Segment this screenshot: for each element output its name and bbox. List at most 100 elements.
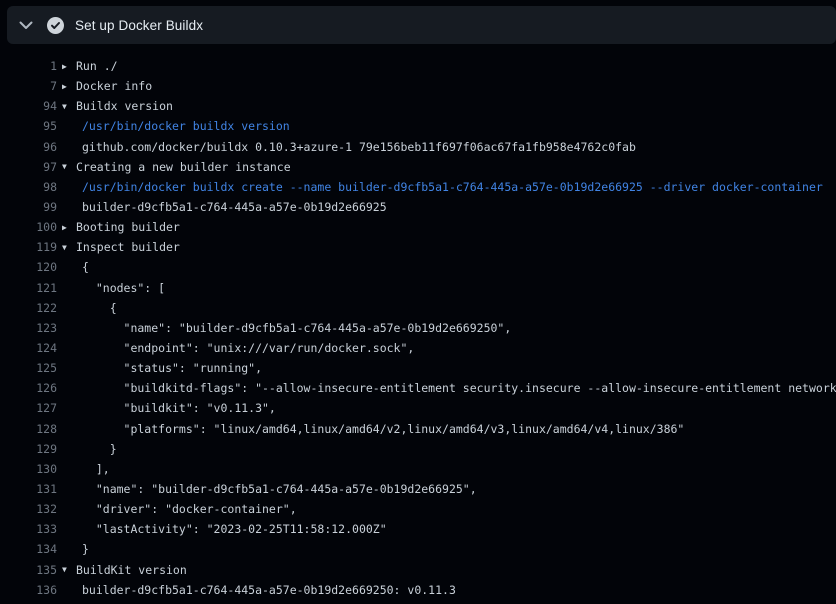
group-title[interactable]: Buildx version (76, 99, 173, 113)
line-number[interactable]: 131 (0, 482, 57, 496)
group-row[interactable]: ▶Run ./ (62, 59, 118, 73)
output-text: github.com/docker/buildx 0.10.3+azure-1 … (82, 140, 636, 154)
log-line: 129 } (0, 439, 836, 459)
log-line: 95/usr/bin/docker buildx version (0, 116, 836, 136)
group-row[interactable]: ▼Inspect builder (62, 240, 180, 254)
line-number[interactable]: 125 (0, 361, 57, 375)
line-number[interactable]: 7 (0, 79, 57, 93)
output-text: builder-d9cfb5a1-c764-445a-a57e-0b19d2e6… (82, 200, 387, 214)
output-text: "buildkitd-flags": "--allow-insecure-ent… (82, 381, 836, 395)
log-line: 97 ▼Creating a new builder instance (0, 157, 836, 177)
line-number[interactable]: 121 (0, 281, 57, 295)
line-number[interactable]: 123 (0, 321, 57, 335)
output-text: "endpoint": "unix:///var/run/docker.sock… (82, 341, 414, 355)
line-number[interactable]: 120 (0, 260, 57, 274)
log-lines: 1▶Run ./7▶Docker info94▼Buildx version95… (0, 56, 836, 600)
output-text: "nodes": [ (82, 281, 165, 295)
group-title[interactable]: Run ./ (76, 59, 118, 73)
step-title: Set up Docker Buildx (75, 18, 203, 33)
command-text: /usr/bin/docker buildx version (82, 119, 290, 133)
log-line: 125 "status": "running", (0, 358, 836, 378)
group-title[interactable]: Docker info (76, 79, 152, 93)
group-title[interactable]: Booting builder (76, 220, 180, 234)
log-line: 127 "buildkit": "v0.11.3", (0, 398, 836, 418)
log-line: 98/usr/bin/docker buildx create --name b… (0, 177, 836, 197)
group-collapse-icon[interactable]: ▼ (62, 102, 76, 111)
output-text: } (82, 442, 117, 456)
log-line: 7 ▶Docker info (0, 76, 836, 96)
log-line: 122 { (0, 298, 836, 318)
group-expand-icon[interactable]: ▶ (62, 82, 76, 91)
line-number[interactable]: 127 (0, 401, 57, 415)
output-text: } (82, 542, 89, 556)
group-row[interactable]: ▼Buildx version (62, 99, 173, 113)
line-number[interactable]: 1 (0, 59, 57, 73)
log-line: 1 ▶Run ./ (0, 56, 836, 76)
chevron-down-icon[interactable] (19, 21, 33, 30)
line-number[interactable]: 100 (0, 220, 57, 234)
output-text: "platforms": "linux/amd64,linux/amd64/v2… (82, 422, 684, 436)
group-row[interactable]: ▼Creating a new builder instance (62, 160, 291, 174)
group-title[interactable]: BuildKit version (76, 563, 187, 577)
line-number[interactable]: 134 (0, 542, 57, 556)
log-line: 96 github.com/docker/buildx 0.10.3+azure-… (0, 137, 836, 157)
line-number[interactable]: 126 (0, 381, 57, 395)
log-line: 99 builder-d9cfb5a1-c764-445a-a57e-0b19d2… (0, 197, 836, 217)
log-line: 134} (0, 539, 836, 559)
line-number[interactable]: 122 (0, 301, 57, 315)
log-line: 120 { (0, 257, 836, 277)
log-line: 128 "platforms": "linux/amd64,linux/amd6… (0, 419, 836, 439)
line-number[interactable]: 128 (0, 422, 57, 436)
line-number[interactable]: 135 (0, 563, 57, 577)
log-line: 136 builder-d9cfb5a1-c764-445a-a57e-0b19d… (0, 580, 836, 600)
log-line: 94 ▼Buildx version (0, 96, 836, 116)
output-text: { (82, 260, 89, 274)
line-number[interactable]: 129 (0, 442, 57, 456)
output-text: "buildkit": "v0.11.3", (82, 401, 276, 415)
group-row[interactable]: ▼BuildKit version (62, 563, 187, 577)
log-line: 132 "driver": "docker-container", (0, 499, 836, 519)
output-text: { (82, 301, 117, 315)
line-number[interactable]: 99 (0, 200, 57, 214)
line-number[interactable]: 94 (0, 99, 57, 113)
output-text: "name": "builder-d9cfb5a1-c764-445a-a57e… (82, 482, 477, 496)
log-line: 131 "name": "builder-d9cfb5a1-c764-445a-… (0, 479, 836, 499)
output-text: builder-d9cfb5a1-c764-445a-a57e-0b19d2e6… (82, 583, 456, 597)
group-row[interactable]: ▶Booting builder (62, 220, 180, 234)
log-body: 1▶Run ./7▶Docker info94▼Buildx version95… (0, 44, 836, 600)
line-number[interactable]: 98 (0, 180, 57, 194)
output-text: ], (82, 462, 110, 476)
line-number[interactable]: 133 (0, 522, 57, 536)
output-text: "driver": "docker-container", (82, 502, 297, 516)
line-number[interactable]: 95 (0, 119, 57, 133)
line-number[interactable]: 97 (0, 160, 57, 174)
group-collapse-icon[interactable]: ▼ (62, 162, 76, 171)
group-collapse-icon[interactable]: ▼ (62, 243, 76, 252)
log-line: 135 ▼BuildKit version (0, 560, 836, 580)
group-collapse-icon[interactable]: ▼ (62, 565, 76, 574)
group-expand-icon[interactable]: ▶ (62, 62, 76, 71)
log-line: 126 "buildkitd-flags": "--allow-insecure… (0, 378, 836, 398)
line-number[interactable]: 132 (0, 502, 57, 516)
group-title[interactable]: Inspect builder (76, 240, 180, 254)
group-title[interactable]: Creating a new builder instance (76, 160, 291, 174)
log-line: 100 ▶Booting builder (0, 217, 836, 237)
log-line: 130 ], (0, 459, 836, 479)
output-text: "name": "builder-d9cfb5a1-c764-445a-a57e… (82, 321, 511, 335)
output-text: "status": "running", (82, 361, 262, 375)
log-line: 121 "nodes": [ (0, 278, 836, 298)
group-row[interactable]: ▶Docker info (62, 79, 152, 93)
line-number[interactable]: 119 (0, 240, 57, 254)
check-circle-icon (47, 17, 64, 34)
line-number[interactable]: 96 (0, 140, 57, 154)
line-number[interactable]: 124 (0, 341, 57, 355)
line-number[interactable]: 136 (0, 583, 57, 597)
log-line: 133 "lastActivity": "2023-02-25T11:58:12… (0, 519, 836, 539)
group-expand-icon[interactable]: ▶ (62, 223, 76, 232)
log-line: 123 "name": "builder-d9cfb5a1-c764-445a-… (0, 318, 836, 338)
step-header[interactable]: Set up Docker Buildx (7, 6, 836, 44)
command-text: /usr/bin/docker buildx create --name bui… (82, 180, 823, 194)
line-number[interactable]: 130 (0, 462, 57, 476)
log-line: 124 "endpoint": "unix:///var/run/docker.… (0, 338, 836, 358)
log-line: 119 ▼Inspect builder (0, 237, 836, 257)
